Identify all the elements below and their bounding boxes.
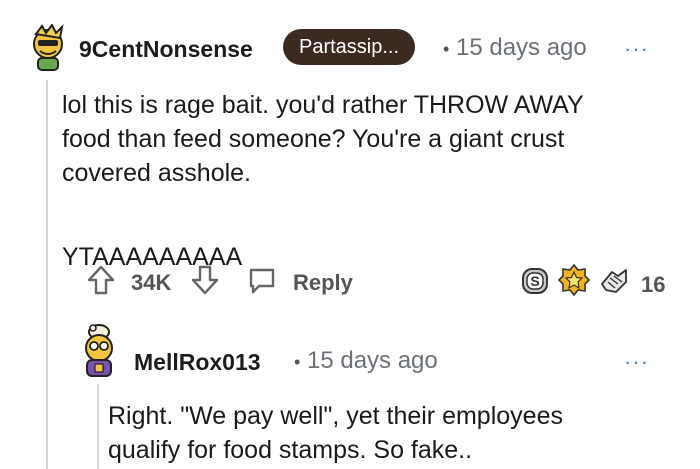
reply-label: Reply xyxy=(293,270,353,295)
downvote-button[interactable] xyxy=(190,264,220,296)
wholesome-award-icon xyxy=(601,269,627,293)
avatar-icon xyxy=(85,324,113,377)
comment-avatar[interactable] xyxy=(26,23,70,72)
comment-body: lol this is rage bait. you'd rather THRO… xyxy=(62,88,682,274)
downvote-icon xyxy=(191,265,219,295)
comment-meta: • 15 days ago xyxy=(443,34,587,62)
separator-dot: • xyxy=(294,352,301,372)
reply-timestamp[interactable]: 15 days ago xyxy=(307,347,438,374)
user-flair: Partassip... xyxy=(283,29,416,65)
comment-body-line: lol this is rage bait. you'd rather THRO… xyxy=(62,91,584,119)
silver-award-icon: S xyxy=(522,268,548,294)
comment-timestamp[interactable]: 15 days ago xyxy=(456,34,587,61)
comment-username[interactable]: 9CentNonsense xyxy=(79,36,253,63)
reply-button[interactable]: Reply xyxy=(247,264,367,298)
svg-text:S: S xyxy=(530,273,539,289)
reply-body-line: qualify for food stamps. So fake.. xyxy=(108,436,473,464)
reply-more-button[interactable]: ··· xyxy=(624,349,649,375)
comment-more-button[interactable]: ··· xyxy=(624,36,649,62)
vote-count: 34K xyxy=(131,270,172,295)
comment-body-line: food than feed someone? You're a giant c… xyxy=(62,125,565,153)
awards[interactable]: S 16 xyxy=(520,264,690,300)
separator-dot: • xyxy=(443,39,450,59)
reply-meta: • 15 days ago xyxy=(294,347,438,375)
thread-line[interactable] xyxy=(46,80,48,469)
comment-body-line: covered asshole. xyxy=(62,159,252,187)
reply-body-line: Right. "We pay well", yet their employee… xyxy=(108,402,563,430)
comment-icon xyxy=(249,268,275,294)
reply-avatar[interactable] xyxy=(75,322,123,378)
reply-body: Right. "We pay well", yet their employee… xyxy=(108,399,688,467)
avatar-icon xyxy=(33,23,64,71)
reply-username[interactable]: MellRox013 xyxy=(134,349,261,376)
award-count: 16 xyxy=(641,272,666,297)
reply-thread-line[interactable] xyxy=(97,384,99,469)
upvote-button[interactable] xyxy=(86,264,116,296)
upvote-icon xyxy=(87,265,115,295)
gold-award-icon xyxy=(558,264,590,296)
